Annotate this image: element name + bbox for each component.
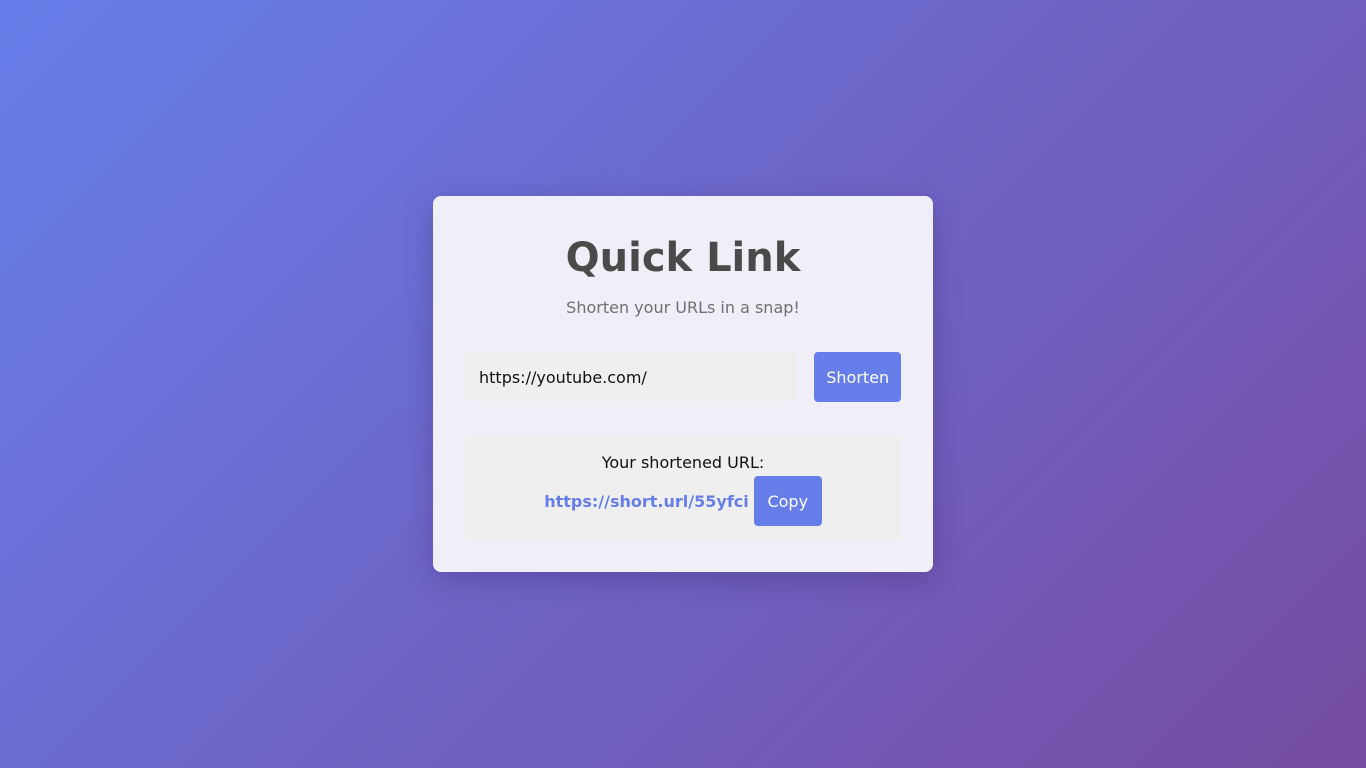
copy-button[interactable]: Copy	[753, 476, 822, 526]
shorten-button[interactable]: Shorten	[814, 352, 901, 402]
short-url-link[interactable]: https://short.url/55yfci	[544, 492, 749, 511]
page-subtitle: Shorten your URLs in a snap!	[566, 298, 800, 317]
result-label: Your shortened URL:	[601, 453, 765, 472]
result-row: https://short.url/55yfci Copy	[465, 476, 901, 526]
shortener-card: Quick Link Shorten your URLs in a snap! …	[433, 196, 933, 572]
shorten-form: Shorten	[465, 352, 901, 402]
url-input[interactable]	[465, 352, 798, 402]
result-panel: Your shortened URL: https://short.url/55…	[465, 436, 901, 540]
page-title: Quick Link	[565, 235, 801, 281]
